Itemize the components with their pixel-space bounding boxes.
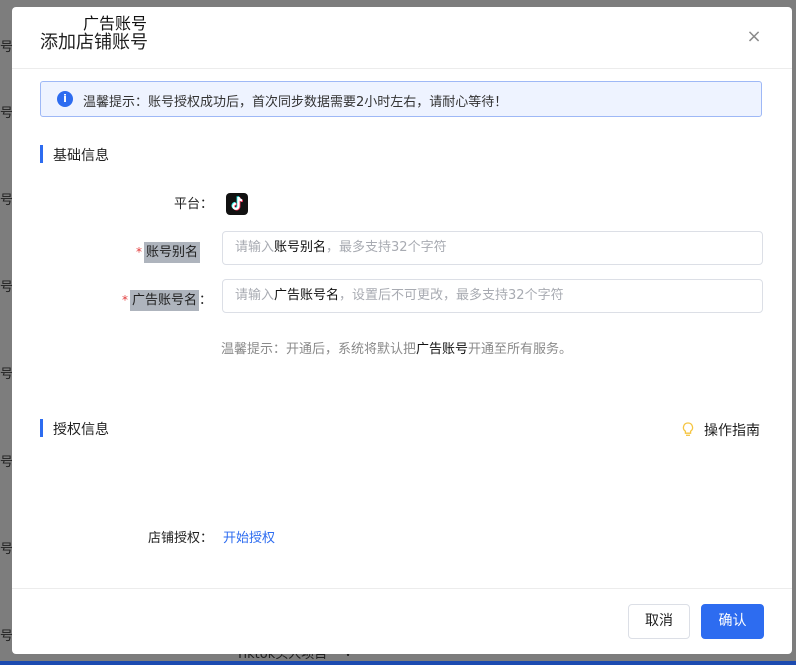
background-row-text: 号: [0, 193, 14, 208]
footer-divider: [12, 588, 792, 589]
info-alert: i 温馨提示：账号授权成功后，首次同步数据需要2小时左右，请耐心等待！: [40, 81, 762, 117]
background-page: [0, 0, 12, 665]
alias-label: * 账号别名: [136, 241, 201, 263]
section-accent-bar: [40, 419, 43, 437]
background-bottom-bar: [0, 661, 796, 665]
platform-label: 平台：: [174, 197, 214, 212]
background-row-text: 号: [0, 106, 14, 121]
ad-account-label: * 广告账号名：: [122, 289, 212, 311]
background-row-text: 号: [0, 280, 14, 295]
background-row-text: 号: [0, 40, 14, 55]
section-title-basic: 基础信息: [53, 148, 109, 164]
background-row-text: 号: [0, 542, 14, 557]
confirm-button[interactable]: 确认: [701, 604, 764, 639]
ad-account-input[interactable]: 请输入广告账号名，设置后不可更改，最多支持32个字符: [222, 279, 763, 313]
section-accent-bar: [40, 145, 43, 163]
lightbulb-icon: [682, 422, 694, 439]
service-hint: 温馨提示：开通后，系统将默认把广告账号开通至所有服务。: [221, 342, 573, 357]
tiktok-icon: [226, 193, 248, 215]
required-mark: *: [136, 245, 142, 259]
overlay-tooltip-label: 广告账号: [83, 14, 148, 33]
header-divider: [12, 68, 792, 69]
background-row-text: 号: [0, 455, 14, 470]
close-icon[interactable]: ×: [744, 27, 764, 47]
background-row-text: 号: [0, 629, 14, 644]
add-shop-account-dialog: 添加店铺账号 × i 温馨提示：账号授权成功后，首次同步数据需要2小时左右，请耐…: [12, 7, 792, 654]
start-auth-link[interactable]: 开始授权: [223, 527, 275, 546]
shop-auth-label: 店铺授权：: [148, 531, 214, 546]
cancel-button[interactable]: 取消: [628, 604, 690, 639]
alias-input[interactable]: 请输入账号别名，最多支持32个字符: [222, 231, 763, 265]
info-icon: i: [57, 91, 73, 107]
alert-text: 温馨提示：账号授权成功后，首次同步数据需要2小时左右，请耐心等待！: [83, 95, 508, 110]
background-row-text: 号: [0, 367, 14, 382]
required-mark: *: [122, 293, 128, 307]
operation-guide-link[interactable]: 操作指南: [682, 420, 760, 440]
section-title-auth: 授权信息: [53, 422, 109, 438]
